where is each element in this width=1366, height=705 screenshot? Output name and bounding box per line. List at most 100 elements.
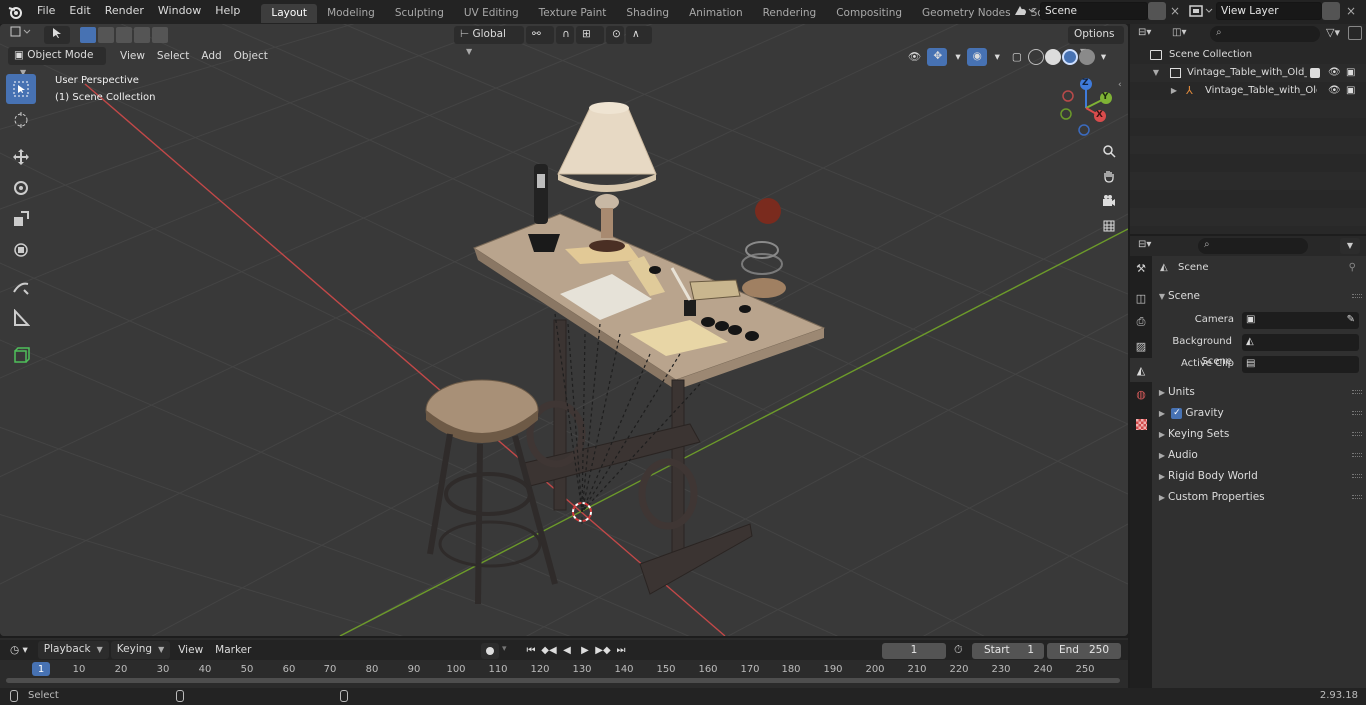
render-tab-icon[interactable]: ◫ [1130,286,1152,310]
perspective-toggle-icon[interactable] [1098,215,1120,237]
shading-solid-icon[interactable] [1044,49,1061,65]
scale-tool-icon[interactable] [6,204,36,234]
gizmo-dropdown-icon[interactable]: ▾ [949,48,966,66]
snap-target-icon[interactable]: ⊞ [576,26,604,44]
menu-view[interactable]: View [114,47,151,65]
select-intersect-icon[interactable] [152,27,168,43]
menu-file[interactable]: File [30,0,62,24]
panel-units[interactable]: ▶ Units [1152,382,1366,402]
outliner-row-object[interactable]: ▶ ⅄ Vintage_Table_with_Old_ 👁 ▣ [1130,82,1366,100]
tab-shading[interactable]: Shading [616,4,679,23]
tab-rendering[interactable]: Rendering [753,4,827,23]
proportional-edit-icon[interactable]: ⊙ [606,26,624,44]
keying-dropdown[interactable]: Keying ▼ [110,641,171,659]
shading-dropdown-icon[interactable]: ▾ [1095,48,1112,66]
select-tool-icon[interactable] [6,74,36,104]
panel-scene-header[interactable]: ▼ Scene [1152,286,1366,306]
expand-arrow-icon[interactable]: ▶ [1168,82,1180,100]
exclude-checkbox-icon[interactable] [1310,68,1320,78]
cursor-tool-icon[interactable] [6,105,36,135]
falloff-icon[interactable]: ∧ [626,26,652,44]
panel-drag-handle[interactable] [1352,411,1362,415]
outliner-filter-icon[interactable]: ▽▾ [1326,26,1340,39]
transform-orientation-dropdown[interactable]: ⊢ Global▼ [454,26,524,56]
camera-render-icon[interactable]: ▣ [1346,82,1355,100]
expand-arrow-icon[interactable]: ▼ [1150,64,1162,82]
menu-edit[interactable]: Edit [62,0,97,24]
record-button-icon[interactable] [481,643,499,659]
tab-geometry-nodes[interactable]: Geometry Nodes [912,4,1021,23]
outliner[interactable]: ⊟▾ ◫▾ ⌕ ▽▾ Scene Collection ▼ Vintage_Ta… [1130,24,1366,234]
outliner-search-input[interactable]: ⌕ [1210,26,1320,42]
tab-sculpting[interactable]: Sculpting [385,4,454,23]
measure-tool-icon[interactable] [6,303,36,333]
options-dropdown[interactable]: Options▼ [1068,26,1124,56]
tab-layout[interactable]: Layout [261,3,318,23]
pivot-point-icon[interactable]: ⚯ [526,26,554,44]
view-layer-icon[interactable] [1188,3,1216,21]
select-box-mode-icon[interactable] [44,26,70,44]
visibility-icon[interactable]: 👁 [902,48,927,66]
menu-add[interactable]: Add [195,47,227,65]
select-new-icon[interactable] [80,27,96,43]
camera-render-icon[interactable]: ▣ [1346,64,1355,82]
timeline-menu-view[interactable]: View [172,641,209,659]
properties-editor-type-icon[interactable]: ⊟▾ [1138,239,1151,250]
panel-drag-handle[interactable] [1352,495,1362,499]
outliner-display-mode-icon[interactable]: ◫▾ [1172,27,1186,38]
camera-field[interactable]: ▣ ✎ [1242,312,1359,329]
properties-editor[interactable]: ⊟▾ ⌕ ▼ ⚒ ◫ ⎙ ▨ ◭ ◍ ◭ Scene ⚲ ▼ Scene Came… [1130,236,1366,688]
new-scene-icon[interactable] [1148,2,1166,20]
gizmo-toggle-icon[interactable]: ✥ [927,48,948,66]
panel-drag-handle[interactable] [1352,453,1362,457]
xray-toggle-icon[interactable]: ▢ [1006,48,1028,66]
selection-mode-group[interactable] [80,27,168,43]
properties-options-icon[interactable]: ▼ [1340,238,1360,254]
timeline-editor-type-icon[interactable]: ◷ ▾ [4,641,34,659]
overlays-toggle-icon[interactable]: ◉ [966,48,987,66]
sidebar-toggle-icon[interactable]: ‹ [1118,80,1122,90]
gravity-checkbox[interactable]: ✓ [1171,407,1183,419]
jump-end-icon[interactable]: ⏭ [612,643,630,659]
menu-window[interactable]: Window [151,0,208,24]
eye-icon[interactable]: 👁 [1328,64,1341,82]
overlays-dropdown-icon[interactable]: ▾ [989,48,1006,66]
select-subtract-icon[interactable] [116,27,132,43]
panel-gravity[interactable]: ▶ ✓ Gravity [1152,403,1366,423]
tool-tab-icon[interactable]: ⚒ [1130,256,1152,280]
tab-uv-editing[interactable]: UV Editing [454,4,529,23]
playback-dropdown[interactable]: Playback ▼ [37,641,109,659]
timeline[interactable]: ◷ ▾ Playback ▼ Keying ▼ View Marker ▾ ⏮ ◆◀… [0,638,1128,688]
end-frame-field[interactable]: End 250 [1047,643,1121,659]
outliner-row-scene-collection[interactable]: Scene Collection [1130,46,1366,64]
scene-name-field[interactable]: Scene [1040,2,1148,20]
transform-tool-icon[interactable] [6,235,36,265]
snap-icon[interactable]: ∩ [556,26,574,44]
scene-selector-icon[interactable] [1012,3,1038,21]
jump-keyframe-forward-icon[interactable]: ▶◆ [594,643,612,659]
jump-keyframe-back-icon[interactable]: ◆◀ [540,643,558,659]
start-frame-field[interactable]: Start 1 [972,643,1044,659]
menu-render[interactable]: Render [98,0,151,24]
outliner-new-collection-icon[interactable] [1348,26,1362,40]
menu-help[interactable]: Help [208,0,247,24]
panel-custom-properties[interactable]: ▶ Custom Properties [1152,487,1366,507]
active-clip-field[interactable]: ▤ [1242,356,1359,373]
select-extend-icon[interactable] [98,27,114,43]
tab-compositing[interactable]: Compositing [826,4,912,23]
select-invert-icon[interactable] [134,27,150,43]
tab-modeling[interactable]: Modeling [317,4,385,23]
delete-view-layer-icon[interactable]: × [1344,4,1358,18]
jump-start-icon[interactable]: ⏮ [522,643,540,659]
navigation-gizmo[interactable]: Z Y X [1056,76,1116,136]
properties-search-input[interactable]: ⌕ [1198,238,1308,254]
world-tab-icon[interactable]: ◍ [1130,382,1152,406]
timeline-menu-marker[interactable]: Marker [209,641,257,659]
background-scene-field[interactable]: ◭ [1242,334,1359,351]
menu-object[interactable]: Object [228,47,274,65]
view-layer-field[interactable]: View Layer [1216,2,1322,20]
zoom-icon[interactable] [1098,140,1120,162]
camera-view-icon[interactable] [1098,190,1120,212]
texture-tab-icon[interactable] [1130,412,1152,436]
panel-drag-handle[interactable] [1352,474,1362,478]
